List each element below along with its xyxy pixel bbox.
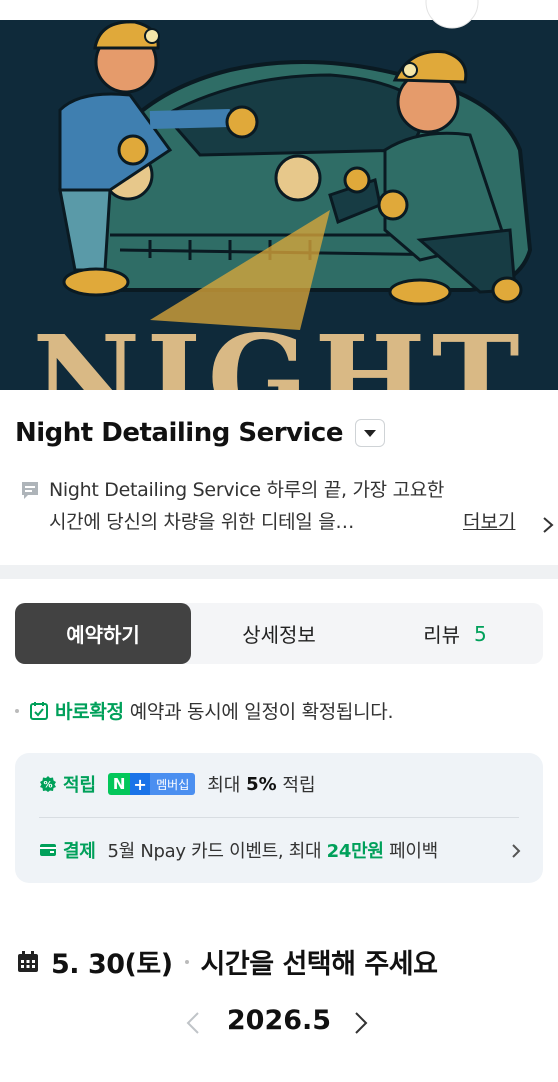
payment-prefix: 5월 Npay 카드 이벤트, 최대 (107, 841, 322, 862)
time-select-prompt: 시간을 선택해 주세요 (200, 949, 438, 980)
hero-image: NIGHT (0, 0, 558, 390)
review-count: 5 (474, 621, 487, 646)
tab-label: 예약하기 (66, 623, 140, 647)
points-suffix: 적립 (282, 775, 316, 796)
month-navigator: 2026.5 (0, 1003, 558, 1043)
points-prefix: 최대 (207, 775, 241, 796)
separator-dot (184, 959, 189, 964)
description-text: Night Detailing Service 하루의 끝, 가장 고요한 시간… (49, 479, 445, 533)
tab-details[interactable]: 상세정보 (191, 603, 367, 664)
tab-reviews[interactable]: 리뷰 5 (367, 603, 543, 664)
caret-down-icon (363, 429, 376, 437)
svg-text:%: % (43, 781, 52, 791)
instant-confirm-notice: 바로확정 예약과 동시에 일정이 확정됩니다. (15, 697, 394, 724)
tab-label: 상세정보 (242, 623, 316, 647)
chevron-right-icon[interactable] (511, 843, 521, 859)
selected-date-header: 5. 30(토) 시간을 선택해 주세요 (17, 942, 438, 981)
membership-badge: 멤버십 (150, 773, 196, 795)
payment-value: 24만원 (326, 841, 384, 862)
store-name: Night Detailing Service (15, 418, 343, 448)
wallet-icon (40, 844, 56, 856)
benefits-box: % 적립 N + 멤버십 최대 5% 적립 결제 5월 Npay 카드 이벤트,… (15, 753, 543, 883)
npay-badge-plus: + (130, 773, 151, 795)
instant-confirm-text: 예약과 동시에 일정이 확정됩니다. (129, 701, 394, 723)
tab-label: 리뷰 (423, 623, 461, 647)
percent-badge-icon: % (40, 776, 56, 792)
bullet-dot (15, 708, 19, 713)
calendar-check-icon (30, 701, 48, 720)
npay-badge-n: N (108, 773, 131, 795)
payment-label: 결제 (63, 841, 96, 862)
hero-overlay-text: NIGHT (32, 309, 525, 390)
current-month: 2026.5 (226, 1005, 332, 1036)
points-value: 5% (246, 773, 277, 795)
points-row: % 적립 N + 멤버십 최대 5% 적립 (39, 771, 316, 797)
calendar-icon (18, 950, 38, 972)
instant-confirm-label: 바로확정 (55, 701, 124, 723)
tab-reservation[interactable]: 예약하기 (15, 603, 191, 664)
payment-row[interactable]: 결제 5월 Npay 카드 이벤트, 최대 24만원 페이백 (39, 837, 438, 863)
chevron-right-icon[interactable] (542, 516, 554, 534)
points-label: 적립 (63, 775, 97, 796)
more-link[interactable]: 더보기 (463, 506, 515, 538)
store-title-row: Night Detailing Service (15, 418, 385, 448)
benefits-divider (39, 817, 519, 818)
selected-date: 5. 30(토) (51, 949, 173, 980)
store-dropdown-button[interactable] (354, 419, 385, 447)
payment-suffix: 페이백 (389, 841, 438, 862)
chevron-right-icon[interactable] (354, 1011, 368, 1035)
tab-bar: 예약하기 상세정보 리뷰 5 (15, 603, 543, 664)
section-divider (0, 565, 558, 579)
speech-bubble-icon (22, 482, 38, 499)
